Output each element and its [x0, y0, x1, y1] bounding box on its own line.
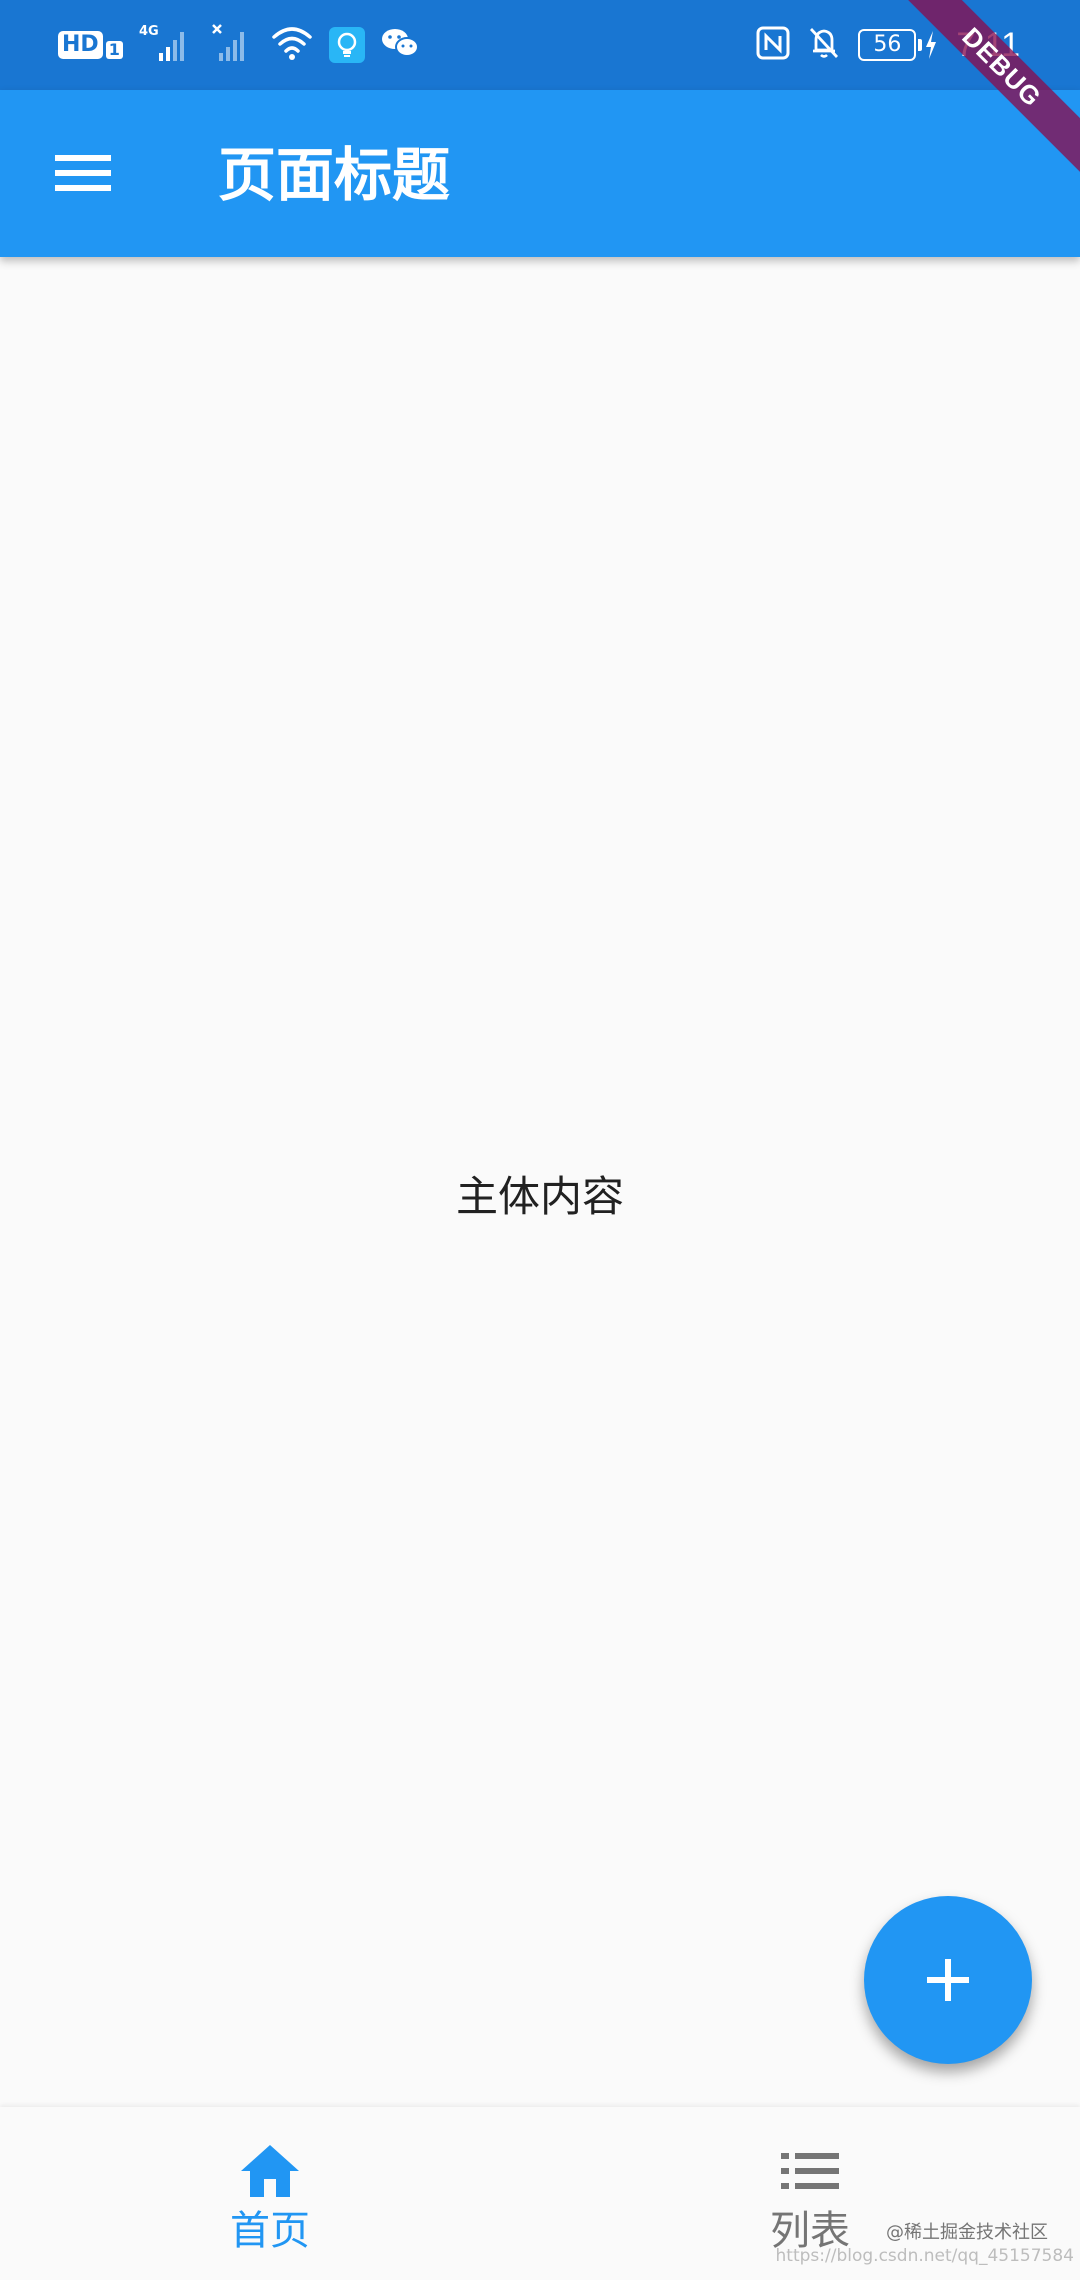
- plus-icon: [927, 1959, 969, 2001]
- battery-icon: 56: [858, 29, 938, 61]
- body-content: 主体内容: [0, 257, 1080, 2107]
- charging-icon: [926, 31, 937, 59]
- watermark-text: @稀土掘金技术社区: [886, 2222, 1048, 2243]
- no-signal-icon: [211, 23, 255, 67]
- main-content-text: 主体内容: [455, 1172, 624, 1221]
- wifi-icon: [271, 25, 313, 65]
- hd-icon: HD 1: [58, 31, 123, 59]
- app-bar: 页面标题: [0, 90, 1080, 257]
- hd-label: HD: [58, 31, 103, 59]
- add-fab-button[interactable]: [864, 1896, 1032, 2064]
- nfc-icon: [756, 26, 790, 64]
- wechat-icon: [381, 27, 419, 63]
- menu-button[interactable]: [40, 130, 126, 216]
- list-icon: [781, 2141, 839, 2201]
- watermark-url: https://blog.csdn.net/qq_45157584: [775, 2246, 1074, 2266]
- bulb-app-icon: [328, 27, 365, 63]
- mute-bell-icon: [808, 26, 840, 64]
- nav-label-home: 首页: [230, 2208, 310, 2254]
- sim-label: 1: [105, 41, 123, 59]
- cellular-signal-icon: 4G: [139, 23, 195, 67]
- status-left-icons: HD 1 4G: [58, 22, 419, 68]
- status-bar: HD 1 4G 56 7:11: [0, 0, 1080, 90]
- battery-level: 56: [858, 29, 917, 61]
- status-time: 7:11: [956, 25, 1020, 64]
- nav-item-home[interactable]: 首页: [0, 2107, 540, 2280]
- home-icon: [239, 2141, 301, 2201]
- hamburger-menu-icon: [55, 155, 111, 191]
- svg-text:4G: 4G: [139, 24, 159, 39]
- status-right-icons: 56 7:11: [756, 22, 1020, 68]
- page-title: 页面标题: [218, 141, 451, 209]
